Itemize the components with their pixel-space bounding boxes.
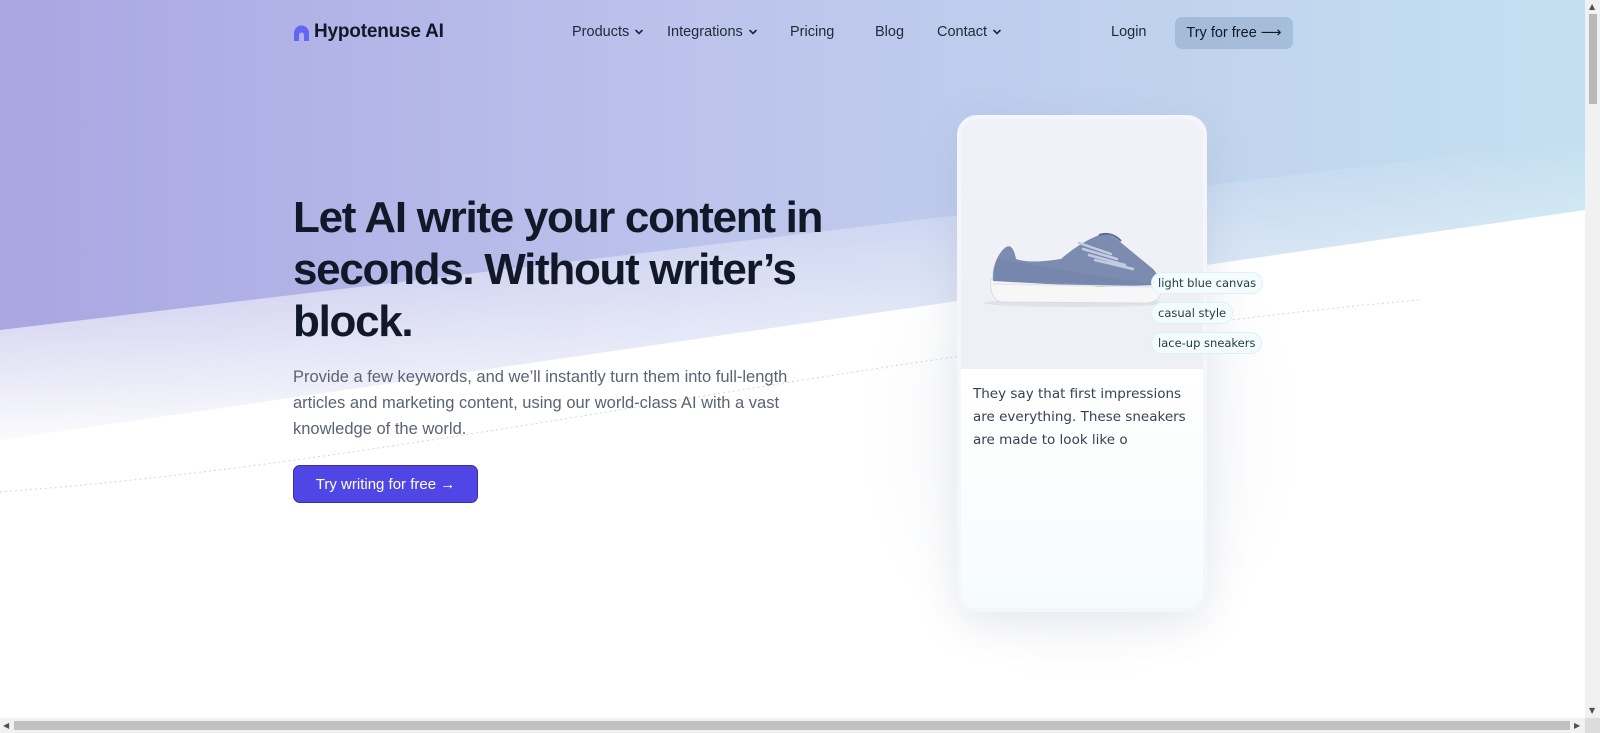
nav-contact[interactable]: Contact [937,24,1002,40]
nav-contact-label: Contact [937,24,987,40]
top-navigation: Hypotenuse AI Products Integrations Pric… [0,0,1585,68]
nav-pricing-label: Pricing [790,24,835,40]
login-label: Login [1111,24,1147,40]
demo-card: They say that first impressions are ever… [957,115,1207,612]
hero-headline: Let AI write your content in seconds. Wi… [293,193,823,346]
scroll-down-arrow-icon[interactable]: ▼ [1589,706,1595,715]
keyword-tag: light blue canvas [1151,272,1264,294]
hero-subtext: Provide a few keywords, and we’ll instan… [293,368,788,438]
scroll-right-arrow-icon[interactable]: ▶ [1574,721,1580,730]
nav-products[interactable]: Products [572,24,644,40]
generated-text-panel: They say that first impressions are ever… [961,369,1203,608]
scroll-left-arrow-icon[interactable]: ◀ [3,721,9,730]
page-viewport: Hypotenuse AI Products Integrations Pric… [0,0,1585,718]
chevron-down-icon [635,29,644,35]
horizontal-scroll-thumb[interactable] [14,721,1570,730]
logo-icon [294,25,309,41]
nav-blog-label: Blog [875,24,905,40]
scroll-up-arrow-icon[interactable]: ▲ [1589,2,1595,11]
try-for-free-button[interactable]: Try for free ⟶ [1175,17,1293,49]
nav-products-label: Products [572,24,630,40]
login-link[interactable]: Login [1111,24,1146,40]
chevron-down-icon [748,29,757,35]
keyword-tag: lace-up sneakers [1151,332,1263,354]
hero-gradient-background [0,0,1585,493]
nav-pricing[interactable]: Pricing [790,24,834,40]
scrollbar-corner [1585,718,1600,733]
nav-blog[interactable]: Blog [875,24,904,40]
nav-integrations-label: Integrations [667,24,743,40]
vertical-scrollbar[interactable]: ▲ ▼ [1585,0,1600,718]
generated-text: They say that first impressions are ever… [973,386,1186,448]
brand-name: Hypotenuse AI [314,21,444,42]
horizontal-scrollbar[interactable]: ◀ ▶ [0,718,1585,733]
try-writing-for-free-button[interactable]: Try writing for free → [293,465,478,503]
brand-logo[interactable]: Hypotenuse AI [293,21,444,43]
nav-integrations[interactable]: Integrations [667,24,758,40]
keyword-tag: casual style [1151,302,1234,324]
vertical-scroll-thumb[interactable] [1589,14,1597,104]
chevron-down-icon [992,29,1002,35]
